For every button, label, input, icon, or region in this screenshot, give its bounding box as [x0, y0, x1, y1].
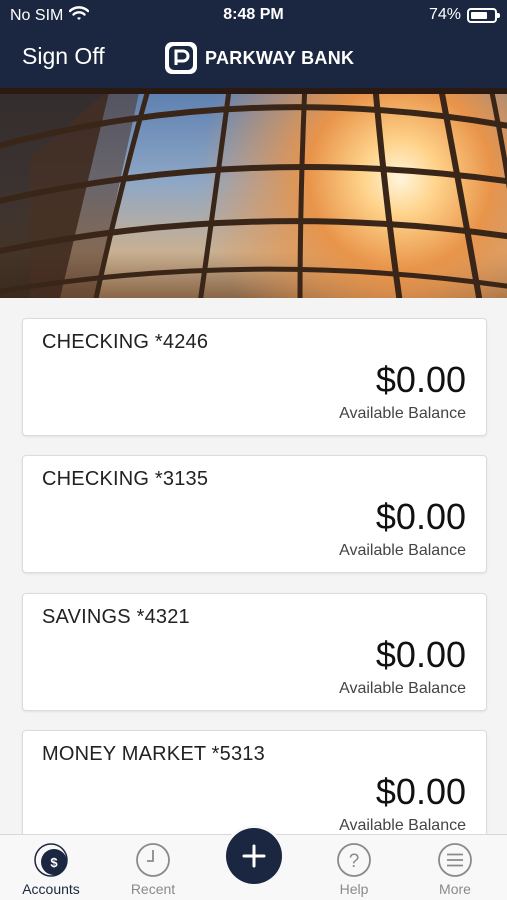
add-action-button[interactable] [226, 828, 282, 884]
account-name: SAVINGS *4321 [42, 606, 190, 628]
balance-caption: Available Balance [339, 680, 466, 697]
svg-text:?: ? [349, 851, 360, 872]
battery-level [471, 11, 488, 19]
tab-label: Recent [130, 881, 176, 897]
battery-percent: 74% [428, 6, 461, 23]
hero-banner-image [0, 88, 507, 298]
accounts-list: CHECKING *4246 $0.00 Available Balance C… [0, 298, 507, 834]
tab-accounts[interactable]: $ Accounts [6, 835, 96, 900]
battery-group: 74% [428, 6, 500, 24]
nav-bar: Sign Off PARKWAY BANK [0, 30, 507, 88]
account-card-checking-4246[interactable]: CHECKING *4246 $0.00 Available Balance [22, 318, 487, 436]
question-icon: ? [336, 842, 372, 878]
brand-name: PARKWAY BANK [205, 47, 355, 68]
account-name: CHECKING *3135 [42, 468, 209, 490]
battery-icon [467, 7, 500, 23]
tab-recent[interactable]: Recent [108, 835, 198, 900]
account-balance: $0.00 [375, 634, 466, 675]
tab-label: More [439, 881, 471, 897]
account-balance: $0.00 [375, 359, 466, 400]
tab-help[interactable]: ? Help [309, 835, 399, 900]
balance-caption: Available Balance [339, 542, 466, 559]
account-balance: $0.00 [375, 496, 466, 537]
account-name: MONEY MARKET *5313 [42, 743, 265, 765]
account-card-money-market-5313[interactable]: MONEY MARKET *5313 $0.00 Available Balan… [22, 730, 487, 834]
clock-icon [135, 842, 171, 878]
brand-logo: PARKWAY BANK [165, 42, 354, 74]
tab-more[interactable]: More [410, 835, 500, 900]
tab-label: Accounts [22, 881, 80, 897]
glass-dome-illustration [0, 88, 507, 298]
parkway-p-icon [165, 42, 197, 74]
account-balance: $0.00 [375, 771, 466, 812]
account-card-savings-4321[interactable]: SAVINGS *4321 $0.00 Available Balance [22, 593, 487, 711]
accounts-dollar-icon: $ [33, 842, 69, 878]
account-card-checking-3135[interactable]: CHECKING *3135 $0.00 Available Balance [22, 455, 487, 573]
svg-text:$: $ [50, 855, 58, 870]
balance-caption: Available Balance [339, 405, 466, 422]
menu-lines-icon [437, 842, 473, 878]
sign-off-button[interactable]: Sign Off [22, 43, 105, 70]
plus-icon [242, 844, 266, 868]
status-bar: No SIM 8:48 PM 74% [0, 0, 507, 30]
header: No SIM 8:48 PM 74% Sign Off PARKWAY BANK [0, 0, 507, 88]
tab-label: Help [339, 881, 369, 897]
account-name: CHECKING *4246 [42, 331, 209, 353]
balance-caption: Available Balance [339, 817, 466, 834]
